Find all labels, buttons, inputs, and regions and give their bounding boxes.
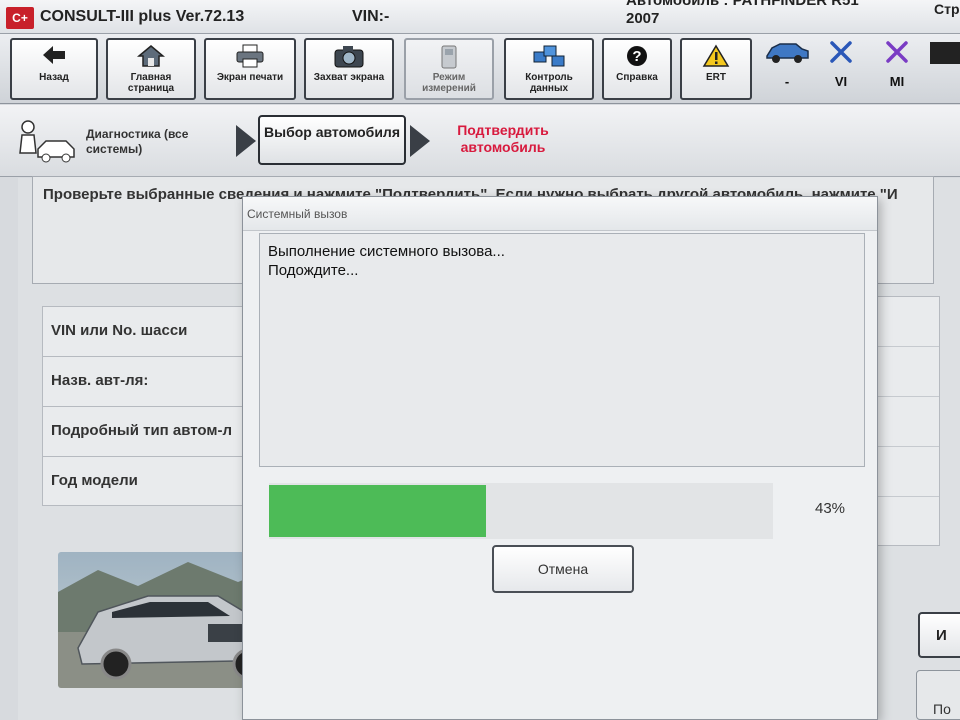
side-button-2[interactable]: По [916, 670, 960, 720]
ert-button[interactable]: ERT [680, 38, 752, 100]
car-icon [762, 38, 812, 74]
data-monitor-label: Контроль данных [525, 72, 573, 94]
help-icon: ? [604, 44, 670, 72]
screen-capture-label: Захват экрана [313, 72, 385, 83]
mi-status-label: MI [889, 74, 905, 89]
vehicle-year: 2007 [626, 10, 660, 27]
back-button[interactable]: Назад [10, 38, 98, 100]
crumb-all-systems[interactable]: Диагностика (все системы) [86, 127, 226, 157]
progress-percent: 43% [815, 500, 846, 517]
mechanic-icon [14, 119, 78, 163]
crumb-arrow-2 [410, 125, 430, 157]
home-icon [108, 44, 194, 72]
system-call-dialog: Системный вызов Выполнение системного вы… [242, 196, 878, 720]
crumb-select-vehicle[interactable]: Выбор автомобиля [258, 115, 406, 165]
mi-cross-icon [874, 38, 920, 74]
progress-bar [269, 483, 773, 539]
value-cell [869, 447, 939, 497]
mi-status[interactable]: MI [874, 38, 920, 100]
camera-icon [306, 44, 392, 72]
home-button[interactable]: Главная страница [106, 38, 196, 100]
app-title: CONSULT-III plus Ver.72.13 [40, 8, 245, 25]
vi-status[interactable]: VI [818, 38, 864, 100]
dialog-message-line1: Выполнение системного вызова... [268, 243, 505, 260]
printer-icon [206, 44, 294, 72]
measurement-icon [406, 44, 492, 72]
vehicle-status[interactable]: - [762, 38, 812, 100]
breadcrumb: Диагностика (все системы) Выбор автомоби… [0, 105, 960, 177]
app-logo: C+ [6, 7, 34, 29]
dialog-title: Системный вызов [243, 197, 877, 231]
svg-text:?: ? [632, 48, 641, 65]
title-bar: C+ CONSULT-III plus Ver.72.13 VIN:- Авто… [0, 0, 960, 34]
help-label: Справка [616, 72, 658, 83]
progress-fill [269, 485, 486, 537]
help-button[interactable]: ? Справка [602, 38, 672, 100]
arrow-left-icon [12, 44, 96, 72]
dialog-message: Выполнение системного вызова... Подождит… [259, 233, 865, 467]
dialog-message-line2: Подождите... [268, 262, 359, 279]
data-monitor-icon [506, 44, 592, 72]
crumb-arrow-1 [236, 125, 256, 157]
battery-indicator [930, 42, 960, 64]
warning-icon [682, 44, 750, 72]
vin-label: VIN:- [352, 8, 390, 25]
value-cell [869, 397, 939, 447]
cancel-button[interactable]: Отмена [492, 545, 634, 593]
crumb-confirm-vehicle: Подтвердить автомобиль [457, 122, 549, 155]
print-screen-button[interactable]: Экран печати [204, 38, 296, 100]
measurement-mode-label: Режим измерений [422, 72, 476, 94]
vehicle-info-values [868, 296, 940, 546]
print-screen-label: Экран печати [216, 72, 284, 83]
page-label: Стр [934, 1, 960, 17]
vi-cross-icon [818, 38, 864, 74]
change-vehicle-button[interactable]: И [918, 612, 960, 658]
screen-capture-button[interactable]: Захват экрана [304, 38, 394, 100]
vehicle-status-label: - [784, 74, 790, 89]
vehicle-info: Автомобиль : PATHFINDER R51 2007 [626, 0, 859, 28]
home-button-label: Главная страница [127, 72, 175, 94]
value-cell [869, 297, 939, 347]
consult-screen: C+ CONSULT-III plus Ver.72.13 VIN:- Авто… [0, 0, 960, 720]
vi-status-label: VI [834, 74, 848, 89]
vehicle-model: Автомобиль : PATHFINDER R51 [626, 0, 859, 9]
ert-label: ERT [706, 72, 726, 83]
measurement-mode-button[interactable]: Режим измерений [404, 38, 494, 100]
toolbar: Назад Главная страница Экран печати Захв… [0, 34, 960, 104]
data-monitor-button[interactable]: Контроль данных [504, 38, 594, 100]
value-cell [869, 347, 939, 397]
back-button-label: Назад [39, 72, 69, 83]
